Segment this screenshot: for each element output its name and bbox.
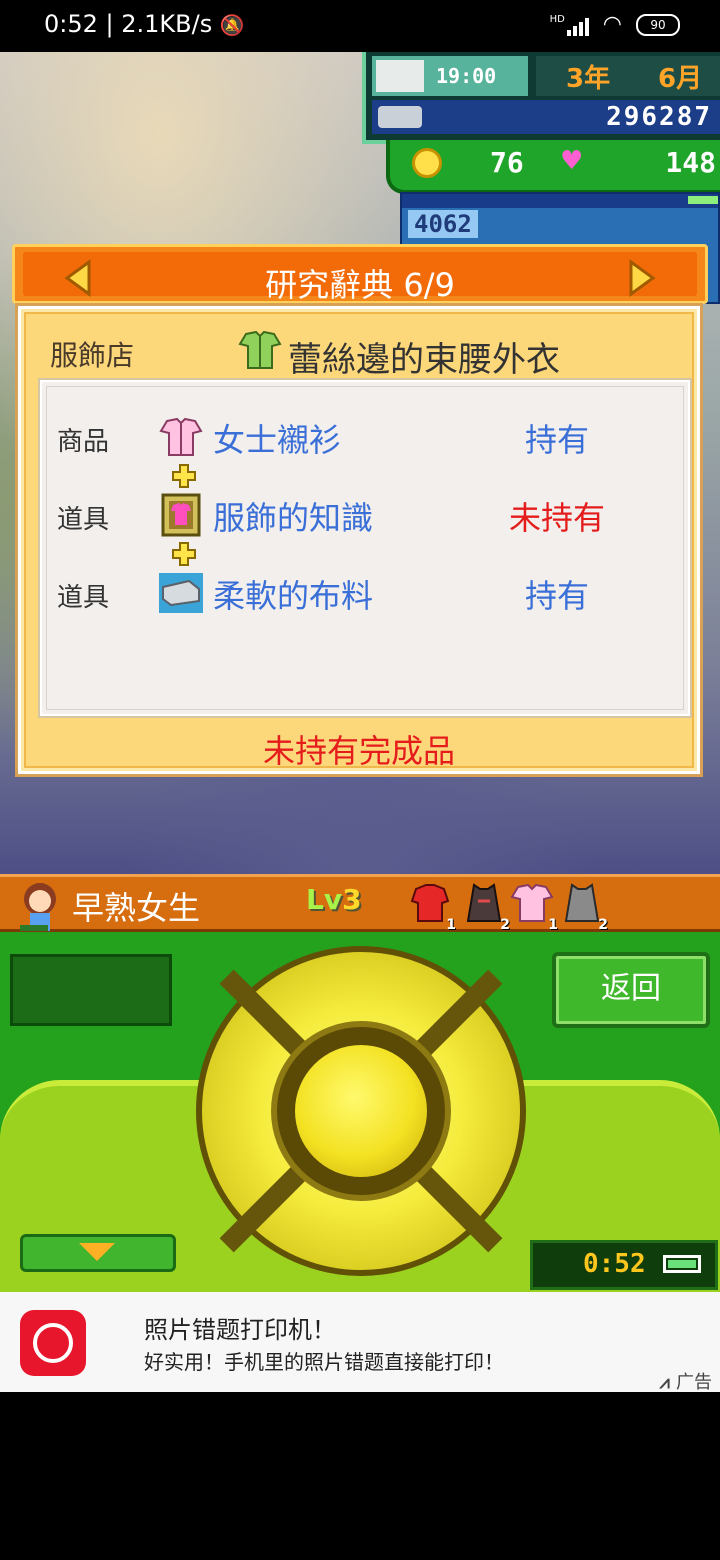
recipe-row: 道具 服飾的知識 未持有: [47, 489, 683, 545]
battery-level: 90: [650, 17, 666, 32]
dictionary-header: 研究辭典 6/9: [12, 244, 708, 304]
console-battery-icon: [663, 1255, 701, 1273]
status-bar: 0:52 | 2.1KB/s 🔕 HD ◠ 90: [0, 0, 720, 52]
row-status: 持有: [524, 577, 589, 615]
character-bar: 早熟女生 Lv3 1 2 1 2: [0, 874, 720, 933]
ad-app-icon[interactable]: [20, 1310, 86, 1376]
row-status: 未持有: [508, 499, 605, 537]
equipment-slot: 2: [560, 881, 608, 933]
wifi-icon: ◠: [602, 12, 622, 37]
hud-calendar-money: 19:00 3年 6月 296287: [362, 52, 720, 144]
money-value: 296287: [606, 102, 712, 132]
hud-points: 76 ♥ 148: [386, 140, 720, 194]
month-label: 6月: [658, 64, 703, 94]
level-prefix: Lv: [306, 883, 343, 916]
clock-time: 19:00: [436, 64, 497, 88]
console-lcd: [10, 954, 172, 1026]
character-level: Lv3: [306, 883, 362, 916]
blouse-icon: [159, 417, 203, 456]
recipe-row: 道具 柔軟的布料 持有: [47, 567, 683, 623]
dpad[interactable]: [196, 946, 526, 1276]
row-label: 商品: [57, 427, 110, 457]
recipe-box: 商品 女士襯衫 持有 道具 服飾的知識 未持有 道具 柔軟的布料 持有: [38, 378, 692, 718]
equipment-count: 2: [500, 917, 510, 933]
down-arrow-icon: [79, 1243, 115, 1261]
mute-icon: 🔕: [219, 13, 245, 37]
row-item-name: 柔軟的布料: [213, 577, 374, 615]
network-type: HD: [549, 13, 565, 25]
next-arrow-icon[interactable]: [621, 258, 661, 298]
plus-icon: [172, 464, 196, 488]
level-value: 3: [342, 883, 362, 916]
clock-icon: [376, 60, 424, 92]
shop-name: 服飾店: [50, 339, 135, 372]
console-clock: 0:52: [530, 1240, 718, 1290]
dpad-center-button[interactable]: [295, 1045, 427, 1177]
ad-title[interactable]: 照片错题打印机！: [144, 1310, 336, 1345]
dictionary-panel: 服飾店 蕾絲邊的束腰外衣 商品 女士襯衫 持有 道具 服飾的知識 未持有 道具 …: [15, 303, 703, 777]
character-name: 早熟女生: [72, 889, 201, 927]
money-icon: [378, 106, 422, 128]
tunic-icon: [238, 330, 282, 369]
signal-icon: HD: [550, 14, 589, 36]
status-bar-right: HD ◠ 90: [550, 12, 680, 37]
character-avatar: [20, 883, 56, 931]
hud-date: 3年 6月: [536, 56, 720, 96]
row-item-name: 女士襯衫: [213, 421, 342, 459]
battery-icon: 90: [636, 13, 680, 36]
status-time: 0:52: [44, 10, 98, 38]
equipment-slot: 1: [510, 881, 558, 933]
ad-banner[interactable]: 照片错题打印机！ 好实用！手机里的照片错题直接能打印！ ⩘ 广告: [0, 1292, 720, 1393]
row-label: 道具: [57, 583, 110, 613]
dictionary-title: 研究辭典 6/9: [265, 266, 455, 304]
completion-status: 未持有完成品: [262, 732, 455, 770]
row-item-name: 服飾的知識: [213, 499, 374, 537]
equipment-slot: 2: [462, 881, 510, 933]
coin-icon: [412, 148, 442, 178]
equipment-slot: 1: [408, 881, 456, 933]
ad-description[interactable]: 好实用！手机里的照片错题直接能打印！: [144, 1346, 504, 1375]
product-name: 蕾絲邊的束腰外衣: [288, 340, 560, 380]
ad-label: ⩘ 广告: [659, 1372, 712, 1393]
row-label: 道具: [57, 505, 110, 535]
equipment-count: 2: [598, 917, 608, 933]
heart-icon: ♥: [560, 146, 584, 176]
console-time: 0:52: [583, 1249, 646, 1279]
row-status: 持有: [524, 421, 589, 459]
soft-fabric-icon: [159, 573, 203, 613]
shop-progress-bar: [402, 194, 718, 208]
status-bar-left: 0:52 | 2.1KB/s 🔕: [44, 10, 245, 38]
hud-money: 296287: [372, 100, 720, 134]
shop-customers: 4062: [408, 210, 478, 238]
heart-points: 148: [665, 146, 716, 179]
research-points: 76: [490, 146, 524, 179]
hud-clock: 19:00: [372, 56, 528, 96]
year-label: 3年: [566, 64, 611, 94]
scroll-down-button[interactable]: [20, 1234, 176, 1272]
net-speed: 2.1KB/s: [121, 10, 213, 38]
fashion-knowledge-book-icon: [161, 493, 201, 537]
recipe-row: 商品 女士襯衫 持有: [47, 411, 683, 467]
ad-logo-icon: ⩘: [659, 1372, 676, 1393]
console-panel: 返回 0:52: [0, 932, 720, 1298]
equipment-count: 1: [548, 917, 558, 933]
back-button[interactable]: 返回: [552, 952, 710, 1028]
plus-icon: [172, 542, 196, 566]
equipment-count: 1: [446, 917, 456, 933]
